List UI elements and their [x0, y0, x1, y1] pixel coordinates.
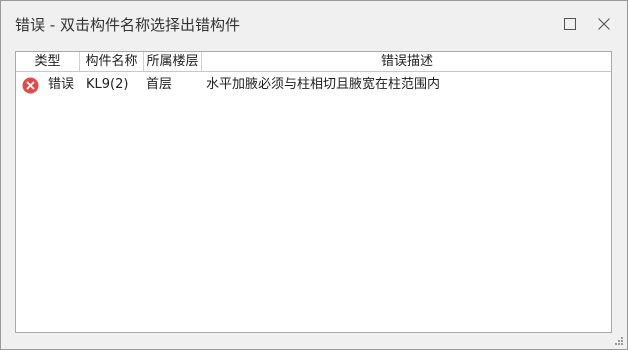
maximize-button[interactable] [557, 11, 583, 37]
table-row[interactable]: 错误 KL9(2) 首层 水平加腋必须与柱相切且腋宽在柱范围内 [16, 72, 611, 98]
column-header-component-name[interactable]: 构件名称 [80, 52, 144, 71]
row-floor: 首层 [146, 77, 173, 92]
row-component-name[interactable]: KL9(2) [86, 72, 128, 98]
close-button[interactable] [591, 11, 617, 37]
row-description: 水平加腋必须与柱相切且腋宽在柱范围内 [206, 77, 441, 92]
error-icon [22, 77, 39, 94]
column-header-floor[interactable]: 所属楼层 [144, 52, 202, 71]
close-icon [598, 18, 610, 30]
resize-grip-icon[interactable] [614, 336, 624, 346]
window-title: 错误 - 双击构件名称选择出错构件 [15, 16, 240, 34]
error-list[interactable]: 类型 构件名称 所属楼层 错误描述 错误 KL9(2) 首层 水平加腋必须与柱相… [15, 51, 612, 333]
column-header-description[interactable]: 错误描述 [202, 52, 612, 71]
error-dialog: 错误 - 双击构件名称选择出错构件 类型 构件名称 所属楼层 错误描述 错误 K… [0, 0, 628, 350]
row-type: 错误 [48, 77, 75, 92]
table-header: 类型 构件名称 所属楼层 错误描述 [16, 52, 611, 72]
title-bar[interactable]: 错误 - 双击构件名称选择出错构件 [1, 1, 627, 47]
column-header-type[interactable]: 类型 [16, 52, 80, 71]
maximize-icon [564, 18, 576, 30]
